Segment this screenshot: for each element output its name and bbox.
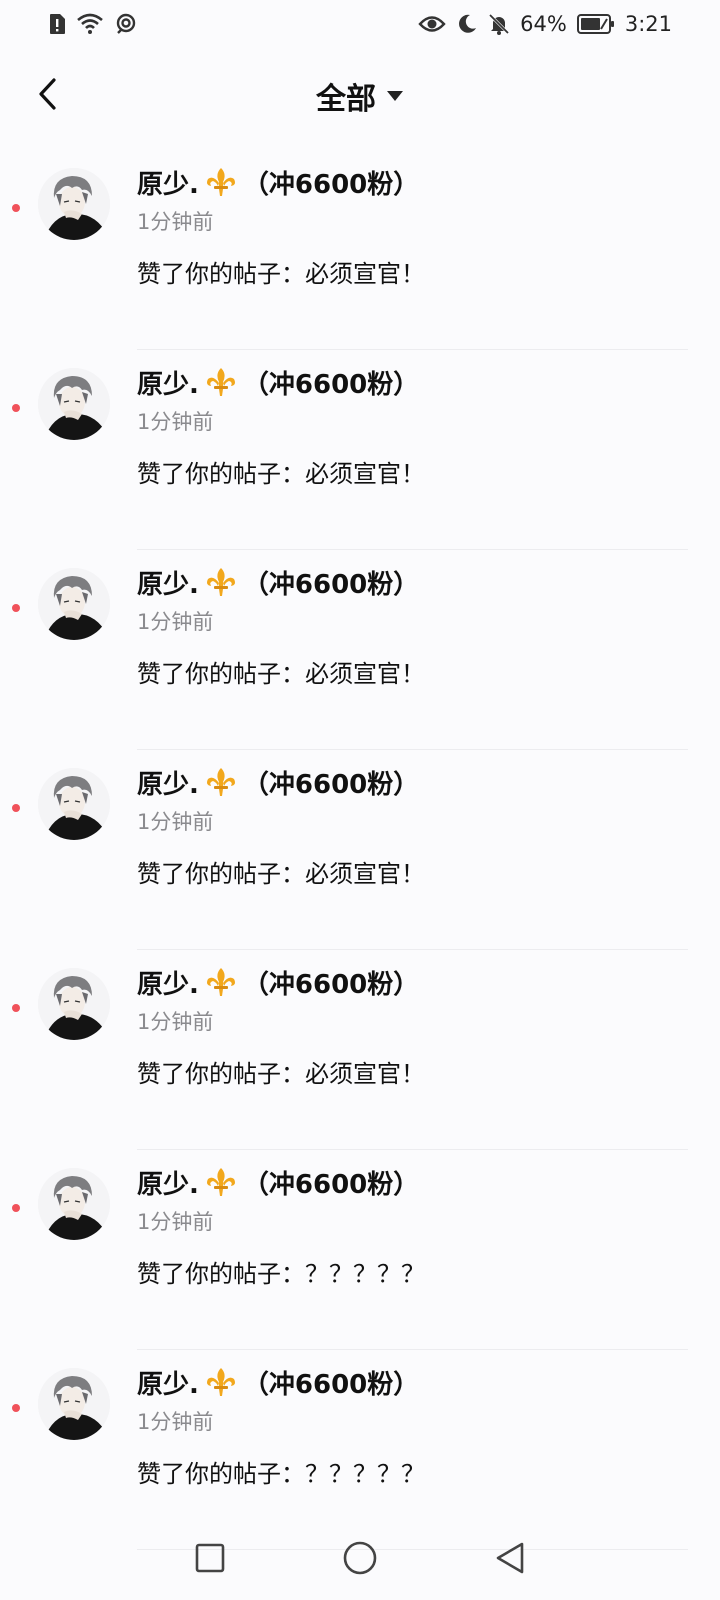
avatar[interactable]: [38, 1168, 110, 1240]
user-name-suffix: （冲6600粉）: [242, 569, 420, 600]
unread-dot: [12, 204, 20, 212]
clock: 3:21: [624, 12, 672, 36]
notification-message: 赞了你的帖子：必须宣官！: [137, 660, 425, 688]
name-row: 原少. （冲6600粉）: [137, 964, 688, 1000]
user-name-suffix: （冲6600粉）: [242, 369, 420, 400]
caret-down-icon: [386, 87, 404, 106]
timestamp: 1分钟前: [137, 810, 214, 834]
battery-icon: [576, 13, 615, 35]
bell-off-icon: [488, 13, 510, 35]
notification-message: 赞了你的帖子：必须宣官！: [137, 260, 425, 288]
timestamp: 1分钟前: [137, 1010, 214, 1034]
moon-icon: [456, 13, 478, 35]
fleur-de-lis-icon: [205, 167, 237, 197]
avatar[interactable]: [38, 568, 110, 640]
recents-square-icon: [194, 1542, 226, 1578]
timestamp: 1分钟前: [137, 610, 214, 634]
fleur-de-lis-icon: [205, 1367, 237, 1397]
avatar[interactable]: [38, 168, 110, 240]
avatar[interactable]: [38, 1368, 110, 1440]
back-button[interactable]: [28, 76, 68, 116]
eye-icon: [418, 13, 446, 35]
user-name-suffix: （冲6600粉）: [242, 769, 420, 800]
notification-item[interactable]: 原少. （冲6600粉） 1分钟前 赞了你的帖子：必须宣官！: [0, 750, 720, 950]
notification-content: 原少. （冲6600粉） 1分钟前 赞了你的帖子：必须宣官！: [137, 564, 688, 689]
user-name-suffix: （冲6600粉）: [242, 1169, 420, 1200]
notification-list: 原少. （冲6600粉） 1分钟前 赞了你的帖子：必须宣官！ 原少. （冲660…: [0, 150, 720, 1550]
back-nav-button[interactable]: [490, 1540, 530, 1580]
name-row: 原少. （冲6600粉）: [137, 564, 688, 600]
name-row: 原少. （冲6600粉）: [137, 164, 688, 200]
status-bar: 64% 3:21: [0, 0, 720, 48]
unread-dot: [12, 1404, 20, 1412]
notification-content: 原少. （冲6600粉） 1分钟前 赞了你的帖子：必须宣官！: [137, 964, 688, 1089]
back-triangle-icon: [494, 1541, 526, 1579]
notification-content: 原少. （冲6600粉） 1分钟前 赞了你的帖子：必须宣官！: [137, 764, 688, 889]
chevron-left-icon: [36, 77, 60, 115]
notification-message: 赞了你的帖子：？？？？？: [137, 1260, 425, 1288]
system-nav-bar: [0, 1520, 720, 1600]
notification-item[interactable]: 原少. （冲6600粉） 1分钟前 赞了你的帖子：必须宣官！: [0, 550, 720, 750]
notification-content: 原少. （冲6600粉） 1分钟前 赞了你的帖子：必须宣官！: [137, 364, 688, 489]
fleur-de-lis-icon: [205, 567, 237, 597]
user-name[interactable]: 原少.: [137, 1364, 199, 1401]
notification-content: 原少. （冲6600粉） 1分钟前 赞了你的帖子：必须宣官！: [137, 164, 688, 289]
timestamp: 1分钟前: [137, 210, 214, 234]
unread-dot: [12, 804, 20, 812]
notification-message: 赞了你的帖子：必须宣官！: [137, 1060, 425, 1088]
user-name[interactable]: 原少.: [137, 964, 199, 1001]
fleur-de-lis-icon: [205, 767, 237, 797]
user-name-suffix: （冲6600粉）: [242, 969, 420, 1000]
status-bar-right: 64% 3:21: [418, 12, 672, 36]
name-row: 原少. （冲6600粉）: [137, 364, 688, 400]
battery-percent: 64%: [520, 12, 567, 36]
name-row: 原少. （冲6600粉）: [137, 1364, 688, 1400]
unread-dot: [12, 404, 20, 412]
notification-content: 原少. （冲6600粉） 1分钟前 赞了你的帖子：？？？？？: [137, 1364, 688, 1489]
user-name-suffix: （冲6600粉）: [242, 1369, 420, 1400]
unread-dot: [12, 1004, 20, 1012]
avatar[interactable]: [38, 768, 110, 840]
fleur-de-lis-icon: [205, 367, 237, 397]
fleur-de-lis-icon: [205, 1167, 237, 1197]
name-row: 原少. （冲6600粉）: [137, 1164, 688, 1200]
name-row: 原少. （冲6600粉）: [137, 764, 688, 800]
alert-icon: [48, 13, 66, 35]
timestamp: 1分钟前: [137, 1210, 214, 1234]
user-name[interactable]: 原少.: [137, 164, 199, 201]
home-circle-icon: [342, 1540, 378, 1580]
user-name[interactable]: 原少.: [137, 764, 199, 801]
hotspot-icon: [114, 13, 138, 35]
notification-item[interactable]: 原少. （冲6600粉） 1分钟前 赞了你的帖子：必须宣官！: [0, 150, 720, 350]
timestamp: 1分钟前: [137, 410, 214, 434]
page-title: 全部: [316, 82, 376, 117]
user-name-suffix: （冲6600粉）: [242, 169, 420, 200]
notification-message: 赞了你的帖子：必须宣官！: [137, 460, 425, 488]
header: 全部: [0, 60, 720, 132]
notification-item[interactable]: 原少. （冲6600粉） 1分钟前 赞了你的帖子：必须宣官！: [0, 350, 720, 550]
recents-button[interactable]: [190, 1540, 230, 1580]
user-name[interactable]: 原少.: [137, 564, 199, 601]
user-name[interactable]: 原少.: [137, 1164, 199, 1201]
avatar[interactable]: [38, 968, 110, 1040]
notification-item[interactable]: 原少. （冲6600粉） 1分钟前 赞了你的帖子：必须宣官！: [0, 950, 720, 1150]
wifi-icon: [76, 13, 104, 35]
timestamp: 1分钟前: [137, 1410, 214, 1434]
home-button[interactable]: [340, 1540, 380, 1580]
status-bar-left: [48, 13, 138, 35]
avatar[interactable]: [38, 368, 110, 440]
unread-dot: [12, 604, 20, 612]
notification-content: 原少. （冲6600粉） 1分钟前 赞了你的帖子：？？？？？: [137, 1164, 688, 1289]
unread-dot: [12, 1204, 20, 1212]
notification-item[interactable]: 原少. （冲6600粉） 1分钟前 赞了你的帖子：？？？？？: [0, 1150, 720, 1350]
fleur-de-lis-icon: [205, 967, 237, 997]
filter-dropdown[interactable]: 全部: [316, 74, 404, 118]
user-name[interactable]: 原少.: [137, 364, 199, 401]
notification-message: 赞了你的帖子：？？？？？: [137, 1460, 425, 1488]
notification-message: 赞了你的帖子：必须宣官！: [137, 860, 425, 888]
